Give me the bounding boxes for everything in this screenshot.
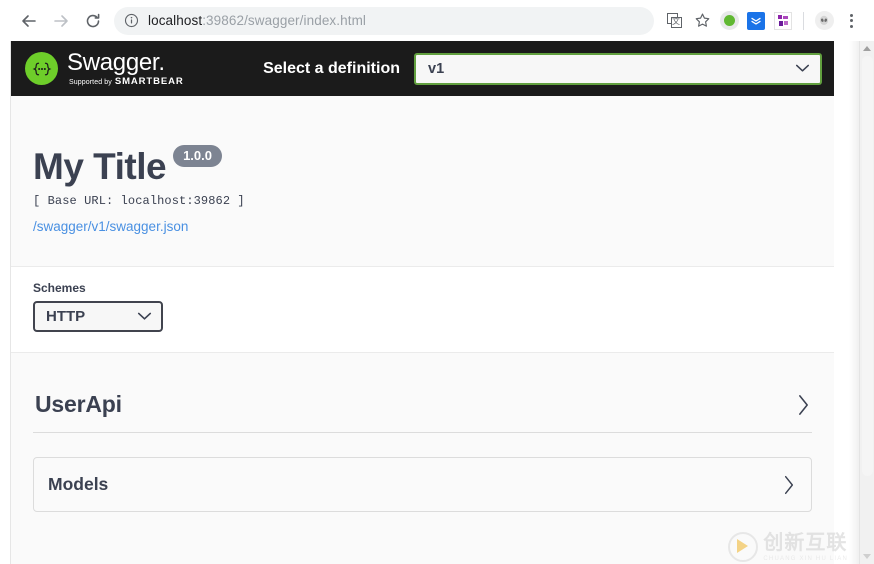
vertical-scrollbar[interactable] xyxy=(859,41,874,564)
browser-toolbar: localhost:39862/swagger/index.html xyxy=(0,0,874,41)
definition-selector-wrap: Select a definition v1 xyxy=(184,52,822,85)
schemes-section: Schemes HTTP xyxy=(11,266,834,353)
site-info-icon[interactable] xyxy=(124,13,139,28)
swagger-logo-icon xyxy=(25,52,58,85)
title-row: My Title 1.0.0 xyxy=(33,145,812,187)
api-info-block: My Title 1.0.0 [ Base URL: localhost:398… xyxy=(11,96,834,266)
chevron-right-icon[interactable] xyxy=(797,394,810,416)
back-arrow-icon xyxy=(22,14,36,27)
green-dot-extension-icon[interactable] xyxy=(716,8,742,34)
models-title: Models xyxy=(48,474,109,494)
translate-extension-icon[interactable] xyxy=(662,8,688,34)
select-definition-label: Select a definition xyxy=(263,59,400,77)
alien-profile-icon[interactable] xyxy=(811,8,837,34)
swagger-wordmark: Swagger. Supported by SMARTBEAR xyxy=(67,48,184,87)
swagger-ui-page: Swagger. Supported by SMARTBEAR Select a… xyxy=(10,41,834,564)
navigation-buttons xyxy=(14,6,108,36)
base-url-text: [ Base URL: localhost:39862 ] xyxy=(33,194,245,208)
scroll-up-arrow-icon[interactable] xyxy=(860,41,874,56)
tag-section-userapi[interactable]: UserApi xyxy=(33,371,812,433)
reload-button[interactable] xyxy=(78,6,108,36)
page-title: My Title xyxy=(33,146,167,187)
browser-menu-icon[interactable] xyxy=(838,8,864,34)
schemes-select[interactable]: HTTP xyxy=(33,301,163,332)
url-host: localhost xyxy=(148,13,203,28)
swagger-product-name: Swagger. xyxy=(67,48,165,76)
toolbar-divider xyxy=(803,11,804,30)
blue-download-extension-icon[interactable] xyxy=(743,8,769,34)
models-section[interactable]: Models xyxy=(33,457,812,512)
definition-select[interactable]: v1 xyxy=(414,52,822,85)
tag-name: UserApi xyxy=(35,391,122,417)
forward-arrow-icon xyxy=(54,14,68,27)
bookmark-star-icon[interactable] xyxy=(689,8,715,34)
address-bar[interactable]: localhost:39862/swagger/index.html xyxy=(114,6,654,35)
purple-puzzle-extension-icon[interactable] xyxy=(770,8,796,34)
reload-icon xyxy=(86,13,100,27)
smartbear-brand: SMARTBEAR xyxy=(114,75,184,87)
version-badge: 1.0.0 xyxy=(173,145,222,168)
swagger-supported-by: Supported by SMARTBEAR xyxy=(67,77,184,87)
forward-button[interactable] xyxy=(46,6,76,36)
url-text: localhost:39862/swagger/index.html xyxy=(148,13,366,28)
scroll-down-arrow-icon[interactable] xyxy=(860,549,874,564)
swagger-topbar: Swagger. Supported by SMARTBEAR Select a… xyxy=(11,41,834,96)
supported-by-text: Supported by xyxy=(69,78,112,86)
chevron-down-icon xyxy=(137,312,152,321)
schemes-select-value: HTTP xyxy=(46,308,86,325)
scrollbar-track[interactable] xyxy=(860,56,874,549)
url-path: :39862/swagger/index.html xyxy=(202,13,367,28)
definition-select-value: v1 xyxy=(428,60,445,77)
toolbar-actions xyxy=(662,8,864,34)
swagger-logo-link[interactable]: Swagger. Supported by SMARTBEAR xyxy=(25,48,184,87)
operations-blocks: UserApi Models xyxy=(11,353,834,512)
scrollbar-thumb[interactable] xyxy=(861,56,873,476)
chevron-down-icon xyxy=(795,64,810,73)
page-edge-shadow xyxy=(849,41,859,564)
schemes-label: Schemes xyxy=(33,281,86,295)
chevron-right-icon[interactable] xyxy=(783,475,795,495)
swagger-json-link[interactable]: /swagger/v1/swagger.json xyxy=(33,219,188,234)
back-button[interactable] xyxy=(14,6,44,36)
page-viewport: Swagger. Supported by SMARTBEAR Select a… xyxy=(0,41,874,564)
